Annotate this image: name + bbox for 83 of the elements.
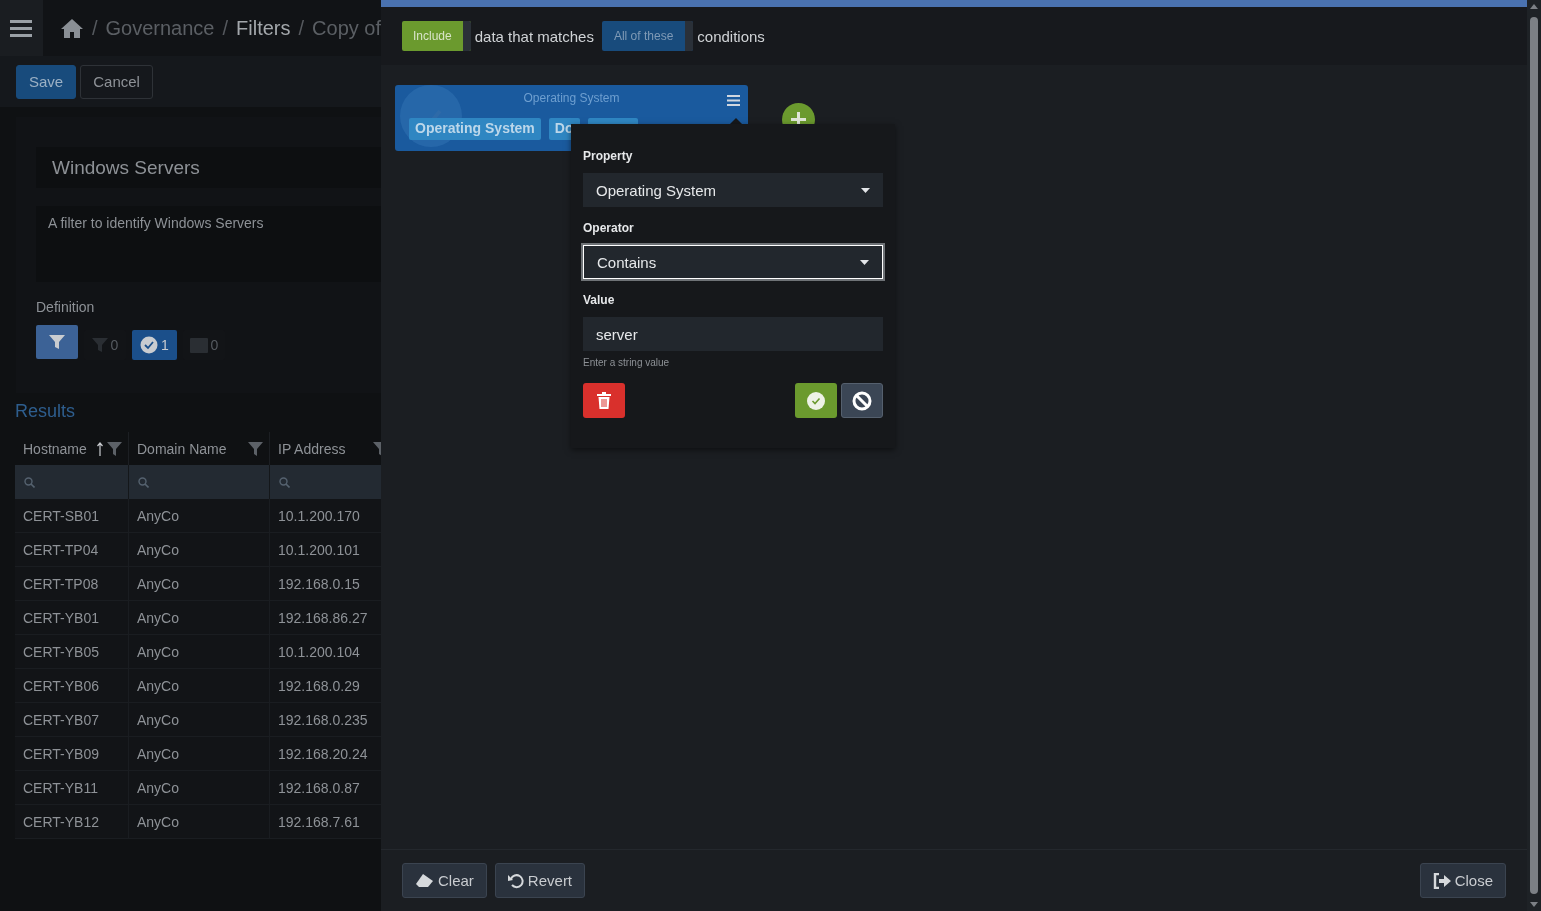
save-button[interactable]: Save bbox=[16, 64, 77, 99]
undo-icon bbox=[507, 872, 524, 889]
description-field[interactable]: A filter to identify Windows Servers bbox=[36, 206, 381, 282]
table-cell: 192.168.20.24 bbox=[270, 737, 381, 770]
field-label: Property bbox=[583, 149, 634, 165]
filter-icon[interactable] bbox=[248, 441, 263, 456]
value-field[interactable]: server bbox=[583, 317, 883, 351]
search-icon bbox=[138, 476, 149, 488]
close-button[interactable]: Close bbox=[1419, 863, 1506, 898]
delete-button[interactable] bbox=[583, 383, 625, 418]
menu-button[interactable] bbox=[0, 0, 43, 56]
table-cell: 192.168.86.27 bbox=[270, 601, 381, 634]
clear-button[interactable]: Clear bbox=[402, 863, 487, 898]
table-cell: AnyCo bbox=[129, 771, 270, 804]
match-text: data that matches bbox=[474, 27, 594, 45]
table-cell: CERT-TP08 bbox=[15, 567, 129, 600]
column-search-field[interactable] bbox=[129, 465, 270, 499]
menu-icon[interactable] bbox=[727, 95, 740, 106]
table-cell: 10.1.200.101 bbox=[270, 533, 381, 566]
trash-icon bbox=[597, 392, 611, 409]
condition-title: Operating System bbox=[522, 91, 621, 105]
table-cell: AnyCo bbox=[129, 601, 270, 634]
table-cell: 192.168.0.15 bbox=[270, 567, 381, 600]
conditions-text: conditions bbox=[697, 27, 765, 45]
column-search-field[interactable] bbox=[15, 465, 129, 499]
calendar-icon bbox=[189, 337, 208, 353]
sign-out-icon bbox=[1432, 872, 1451, 889]
table-cell: 192.168.7.61 bbox=[270, 805, 381, 838]
field-label: Operator bbox=[583, 221, 635, 237]
filter-icon bbox=[91, 337, 108, 353]
breadcrumb-separator: / bbox=[91, 16, 98, 40]
breadcrumb-separator: / bbox=[222, 16, 229, 40]
table-cell: AnyCo bbox=[129, 567, 270, 600]
breadcrumb-separator: / bbox=[298, 16, 305, 40]
property-dropdown[interactable]: Operating System bbox=[583, 173, 883, 207]
table-cell: CERT-YB01 bbox=[15, 601, 129, 634]
table-cell: AnyCo bbox=[129, 635, 270, 668]
breadcrumb-link[interactable]: Filters bbox=[236, 16, 291, 40]
table-cell: AnyCo bbox=[129, 703, 270, 736]
table-cell: CERT-SB01 bbox=[15, 499, 129, 532]
table-cell: 192.168.0.87 bbox=[270, 771, 381, 804]
check-circle-icon bbox=[807, 391, 825, 410]
table-cell: CERT-YB07 bbox=[15, 703, 129, 736]
cancel-button[interactable]: Cancel bbox=[80, 64, 153, 99]
home-icon[interactable] bbox=[59, 18, 84, 38]
table-cell: CERT-TP04 bbox=[15, 533, 129, 566]
scrollbar[interactable] bbox=[1527, 0, 1541, 911]
caret-icon bbox=[861, 187, 870, 193]
definition-label: Definition bbox=[36, 299, 96, 315]
table-cell: AnyCo bbox=[129, 669, 270, 702]
value-hint: Enter a string value bbox=[583, 357, 671, 368]
field-label: Value bbox=[583, 293, 616, 309]
table-cell: CERT-YB06 bbox=[15, 669, 129, 702]
cancel-button[interactable] bbox=[841, 383, 883, 418]
match-toggle[interactable]: All of these bbox=[601, 21, 694, 51]
definition-tab[interactable] bbox=[36, 325, 78, 359]
sort-ascending-icon[interactable] bbox=[97, 441, 103, 456]
ban-icon bbox=[852, 390, 872, 411]
table-cell: AnyCo bbox=[129, 805, 270, 838]
definition-tab[interactable]: 1 bbox=[132, 330, 177, 360]
caret-icon bbox=[860, 259, 869, 265]
menu-icon bbox=[10, 19, 33, 37]
table-cell: CERT-YB09 bbox=[15, 737, 129, 770]
check-circle-icon bbox=[140, 336, 159, 354]
table-cell: 10.1.200.104 bbox=[270, 635, 381, 668]
operator-dropdown[interactable]: Contains bbox=[583, 245, 883, 279]
table-cell: AnyCo bbox=[129, 737, 270, 770]
eraser-icon bbox=[415, 873, 434, 888]
table-cell: CERT-YB05 bbox=[15, 635, 129, 668]
table-cell: 10.1.200.170 bbox=[270, 499, 381, 532]
name-field[interactable]: Windows Servers bbox=[36, 147, 381, 188]
table-cell: CERT-YB11 bbox=[15, 771, 129, 804]
table-cell: AnyCo bbox=[129, 499, 270, 532]
filter-icon bbox=[49, 334, 65, 350]
search-icon bbox=[24, 476, 35, 488]
results-title: Results bbox=[15, 401, 77, 422]
table-cell: 192.168.0.235 bbox=[270, 703, 381, 736]
table-cell: AnyCo bbox=[129, 533, 270, 566]
revert-button[interactable]: Revert bbox=[494, 863, 586, 898]
search-icon bbox=[279, 476, 290, 488]
table-cell: CERT-YB12 bbox=[15, 805, 129, 838]
column-search-field[interactable] bbox=[270, 465, 381, 499]
table-cell: 192.168.0.29 bbox=[270, 669, 381, 702]
